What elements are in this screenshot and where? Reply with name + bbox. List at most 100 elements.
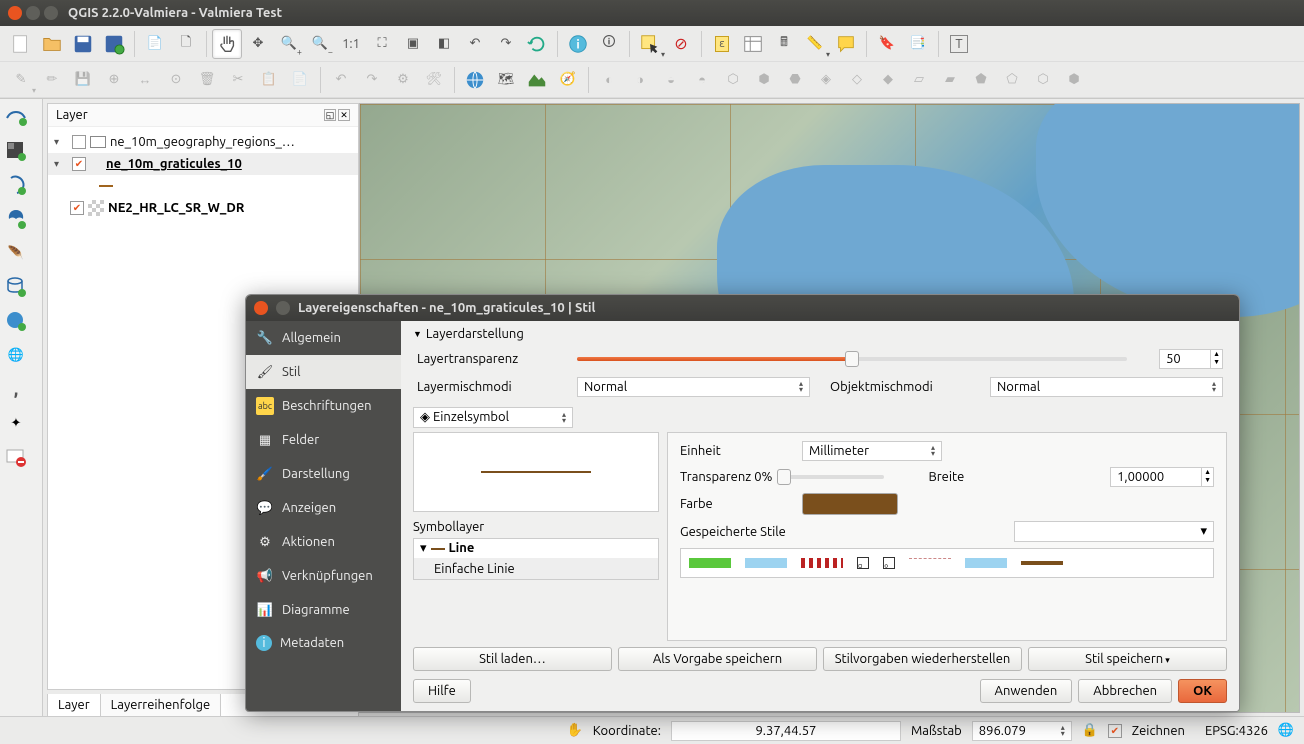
transparency-slider[interactable] xyxy=(577,357,1127,361)
open-project-icon[interactable] xyxy=(37,29,67,59)
refresh-icon[interactable] xyxy=(522,29,552,59)
remove-layer-icon[interactable] xyxy=(2,443,30,471)
dialog-close-button[interactable] xyxy=(254,301,268,315)
load-style-button[interactable]: Stil laden… xyxy=(413,647,612,671)
tab-joins[interactable]: 📢Verknüpfungen xyxy=(246,559,401,593)
map-tips-icon[interactable] xyxy=(831,29,861,59)
tab-style[interactable]: 🖌Stil xyxy=(246,355,401,389)
panel-undock-button[interactable]: ◱ xyxy=(324,109,336,121)
bookmark-new-icon[interactable]: 🔖 xyxy=(872,29,902,59)
window-maximize-button[interactable] xyxy=(44,6,58,20)
layerblend-combo[interactable]: Normal▴▾ xyxy=(577,377,810,397)
add-gpx-icon[interactable]: ✦ xyxy=(2,409,30,437)
zoom-selection-icon[interactable]: ▣ xyxy=(398,29,428,59)
unit-combo[interactable]: Millimeter▴▾ xyxy=(802,441,942,461)
zoom-in-icon[interactable]: 🔍+ xyxy=(274,29,304,59)
restore-default-button[interactable]: Stilvorgaben wiederherstellen xyxy=(823,647,1022,671)
panel-close-button[interactable]: ✕ xyxy=(338,109,350,121)
save-project-icon[interactable] xyxy=(68,29,98,59)
tab-fields[interactable]: ▦Felder xyxy=(246,423,401,457)
window-close-button[interactable] xyxy=(8,6,22,20)
text-annotation-icon[interactable]: T xyxy=(944,29,974,59)
saved-styles-combo[interactable]: ▾ xyxy=(1014,521,1214,542)
sym-transparency-slider[interactable] xyxy=(784,475,884,479)
scale-combo[interactable]: 896.079▴▾ xyxy=(972,721,1072,741)
new-composer-icon[interactable]: 📄 xyxy=(140,29,170,59)
add-wms-side-icon[interactable] xyxy=(2,307,30,335)
apply-button[interactable]: Anwenden xyxy=(980,679,1073,703)
layer-checkbox[interactable] xyxy=(70,201,84,215)
add-postgis-icon[interactable] xyxy=(2,171,30,199)
pan-to-selection-icon[interactable]: ✥ xyxy=(243,29,273,59)
new-project-icon[interactable] xyxy=(6,29,36,59)
identify-cursor-icon[interactable]: 🛈 xyxy=(594,29,624,59)
tab-layer-order[interactable]: Layerreihenfolge xyxy=(101,694,222,716)
coord-input[interactable] xyxy=(671,721,901,741)
save-style-button[interactable]: Stil speichern xyxy=(1028,647,1227,671)
tab-diagrams[interactable]: 📊Diagramme xyxy=(246,593,401,627)
save-as-icon[interactable] xyxy=(99,29,129,59)
add-mssql-icon[interactable]: 🪶 xyxy=(2,239,30,267)
symbol-layers-tree[interactable]: ▾Line Einfache Linie xyxy=(413,538,659,580)
expression-select-icon[interactable]: ε xyxy=(707,29,737,59)
layer-checkbox[interactable] xyxy=(72,157,86,171)
zoom-out-icon[interactable]: 🔍− xyxy=(305,29,335,59)
measure-icon[interactable]: 📏▾ xyxy=(800,29,830,59)
raster-calc-icon[interactable] xyxy=(522,65,552,95)
zoom-layer-icon[interactable]: ◧ xyxy=(429,29,459,59)
attribute-table-icon[interactable] xyxy=(738,29,768,59)
add-raster-icon[interactable] xyxy=(2,137,30,165)
identify-icon[interactable]: i xyxy=(563,29,593,59)
georef-icon[interactable]: 🧭 xyxy=(553,65,583,95)
layer-name[interactable]: ne_10m_graticules_10 xyxy=(106,157,242,171)
tab-display[interactable]: 💬Anzeigen xyxy=(246,491,401,525)
tab-actions[interactable]: ⚙Aktionen xyxy=(246,525,401,559)
rendering-section-header[interactable]: Layerdarstellung xyxy=(413,327,1227,341)
lock-scale-icon[interactable]: 🔒 xyxy=(1082,723,1098,739)
pan-tool-icon[interactable] xyxy=(212,29,242,59)
tab-layer[interactable]: Layer xyxy=(48,694,101,716)
edit-toggle-icon[interactable]: ✎▾ xyxy=(6,65,36,95)
transparency-spinbox[interactable]: ▲▼ xyxy=(1159,349,1223,369)
toggle-extents-icon[interactable]: ✋ xyxy=(567,723,583,739)
add-oracle-icon[interactable] xyxy=(2,273,30,301)
deselect-icon[interactable]: ⊘ xyxy=(666,29,696,59)
layer-expand-toggle[interactable]: ▾ xyxy=(54,136,68,148)
add-vector-icon[interactable] xyxy=(2,103,30,131)
render-checkbox[interactable]: ✔ xyxy=(1108,724,1122,738)
tab-rendering[interactable]: 🖌️Darstellung xyxy=(246,457,401,491)
zoom-full-icon[interactable]: ⛶ xyxy=(367,29,397,59)
style-presets[interactable]: ▫ ◦ xyxy=(680,548,1214,578)
layer-checkbox[interactable] xyxy=(72,135,86,149)
select-icon[interactable]: ▾ xyxy=(635,29,665,59)
save-default-button[interactable]: Als Vorgabe speichern xyxy=(618,647,817,671)
crs-button-icon[interactable]: 🌐 xyxy=(1278,723,1294,739)
status-bar: ✋ Koordinate: Maßstab 896.079▴▾ 🔒 ✔ Zeic… xyxy=(0,716,1304,744)
composer-manager-icon[interactable]: 🗋 xyxy=(171,29,201,59)
zoom-next-icon[interactable]: ↷ xyxy=(491,29,521,59)
layer-name[interactable]: NE2_HR_LC_SR_W_DR xyxy=(108,201,244,215)
tab-labels[interactable]: abcBeschriftungen xyxy=(246,389,401,423)
add-delimited-icon[interactable]: , xyxy=(2,375,30,403)
dialog-min-button[interactable] xyxy=(276,301,290,315)
color-button[interactable] xyxy=(802,493,898,515)
objectblend-combo[interactable]: Normal▴▾ xyxy=(990,377,1223,397)
layer-expand-toggle[interactable]: ▾ xyxy=(54,158,68,170)
help-button[interactable]: Hilfe xyxy=(413,679,471,703)
tab-metadata[interactable]: iMetadaten xyxy=(246,627,401,659)
renderer-combo[interactable]: ◈ Einzelsymbol▴▾ xyxy=(413,407,573,428)
ok-button[interactable]: OK xyxy=(1178,679,1227,703)
cancel-button[interactable]: Abbrechen xyxy=(1078,679,1172,703)
window-minimize-button[interactable] xyxy=(26,6,40,20)
layer-name[interactable]: ne_10m_geography_regions_… xyxy=(110,135,295,149)
add-wcs-icon[interactable]: 🌐 xyxy=(2,341,30,369)
add-layer-icon[interactable]: 🗺 xyxy=(491,65,521,95)
tab-general[interactable]: 🔧Allgemein xyxy=(246,321,401,355)
bookmark-show-icon[interactable]: 📑 xyxy=(903,29,933,59)
zoom-native-icon[interactable]: 1:1 xyxy=(336,29,366,59)
add-wms-icon[interactable] xyxy=(460,65,490,95)
add-spatialite-icon[interactable] xyxy=(2,205,30,233)
width-spinbox[interactable]: ▲▼ xyxy=(1110,467,1214,487)
zoom-last-icon[interactable]: ↶ xyxy=(460,29,490,59)
field-calc-icon[interactable]: 🖩 xyxy=(769,29,799,59)
